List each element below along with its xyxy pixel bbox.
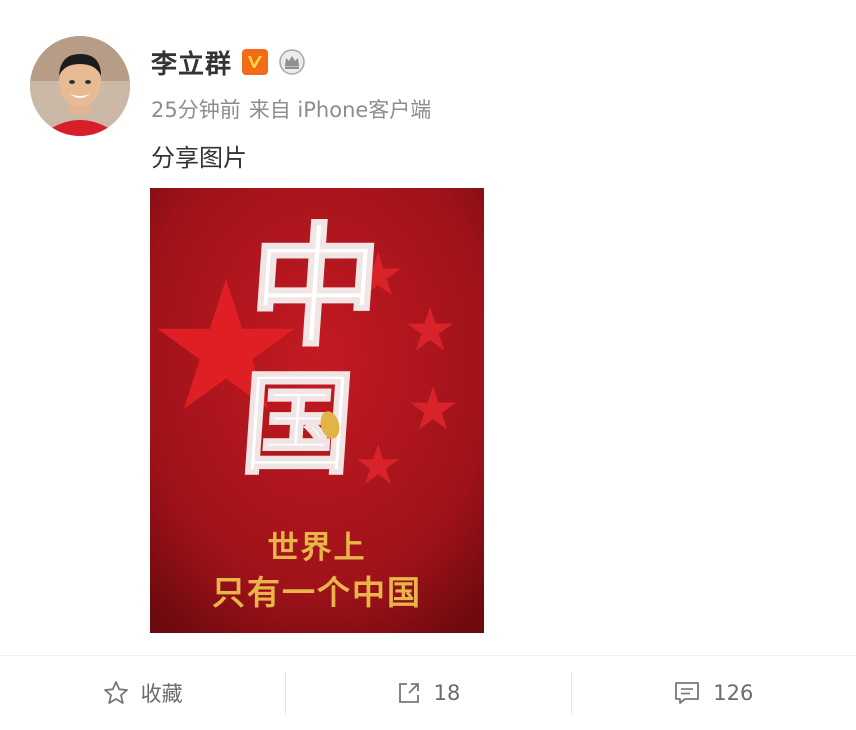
crown-icon[interactable] [278, 48, 306, 76]
author-name[interactable]: 李立群 [151, 44, 232, 81]
post-time[interactable]: 25分钟前 [151, 94, 241, 124]
repost-count: 18 [433, 681, 461, 705]
author-avatar[interactable] [30, 36, 130, 136]
post-image[interactable]: 中 国 世界上 只有一个中国 [150, 188, 484, 633]
poster-char-bottom: 国 [237, 359, 358, 490]
poster-char-top: 中 [244, 210, 387, 365]
post-action-bar: 收藏 18 126 [0, 655, 856, 730]
verified-v-icon[interactable] [242, 49, 269, 75]
poster-slogan-line1: 世界上 [268, 530, 367, 566]
favorite-label: 收藏 [140, 682, 183, 706]
author-row: 李立群 [151, 44, 306, 80]
repost-button[interactable]: 18 [285, 656, 570, 730]
post-source: 来自 iPhone客户端 [248, 98, 432, 122]
poster-slogan-line2: 只有一个中国 [212, 573, 422, 612]
star-outline-icon [103, 680, 129, 706]
comment-count: 126 [713, 681, 754, 705]
post-text: 分享图片 [151, 144, 247, 172]
weibo-post-card: 李立群 25分钟前 来自 iPhone客户端 分享图片 中 国 世界上 只有一个… [0, 0, 856, 730]
post-meta: 25分钟前 来自 iPhone客户端 [151, 94, 431, 124]
comment-bubble-icon [673, 680, 701, 706]
favorite-button[interactable]: 收藏 [0, 656, 285, 730]
share-arrow-icon [396, 680, 422, 706]
comment-button[interactable]: 126 [570, 656, 856, 730]
